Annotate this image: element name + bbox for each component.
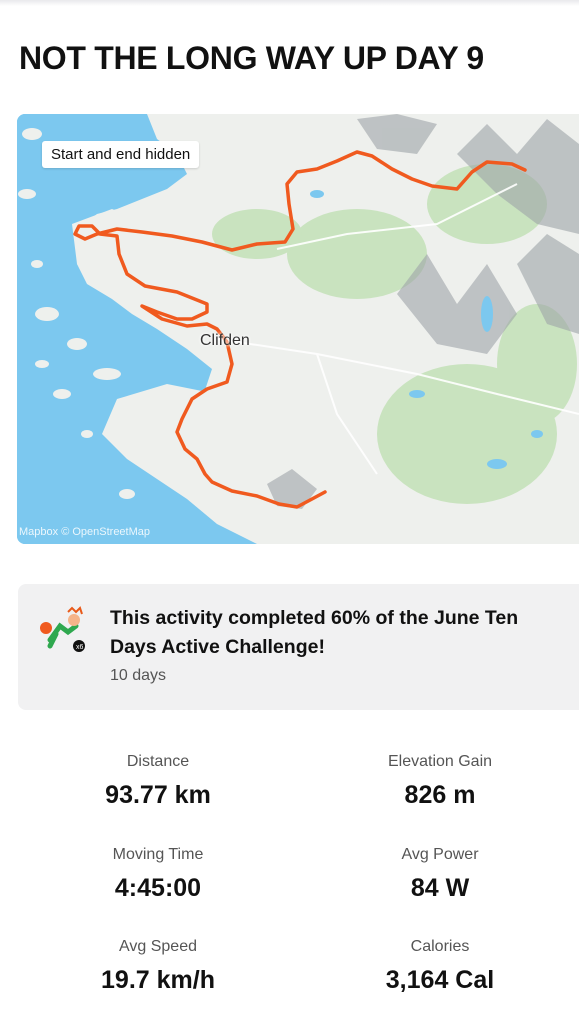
stat-distance: Distance 93.77 km <box>38 753 278 810</box>
stat-label: Elevation Gain <box>387 753 493 770</box>
stat-value: 84 W <box>410 874 470 902</box>
stat-value: 93.77 km <box>105 781 211 809</box>
stat-label: Distance <box>126 753 190 770</box>
stat-calories: Calories 3,164 Cal <box>320 938 560 995</box>
challenge-duration: 10 days <box>110 667 167 684</box>
stat-moving-time: Moving Time 4:45:00 <box>38 846 278 903</box>
start-end-hidden-badge: Start and end hidden <box>42 141 200 168</box>
stat-label: Calories <box>410 938 470 955</box>
challenge-text: This activity completed 60% of the June … <box>110 607 519 658</box>
activity-title: NOT THE LONG WAY UP DAY 9 <box>19 40 484 76</box>
stat-value: 4:45:00 <box>114 874 202 902</box>
top-divider <box>0 0 579 6</box>
challenge-card[interactable]: x6 This activity completed 60% of the Ju… <box>18 584 579 710</box>
map-attribution[interactable]: Mapbox © OpenStreetMap <box>19 526 150 538</box>
stat-label: Moving Time <box>112 846 204 863</box>
challenge-badge-icon: x6 <box>40 606 85 652</box>
stat-value: 19.7 km/h <box>101 966 215 994</box>
stat-elevation-gain: Elevation Gain 826 m <box>320 753 560 810</box>
stat-label: Avg Speed <box>119 938 197 955</box>
stat-value: 826 m <box>404 781 476 809</box>
place-label: Clifden <box>200 332 250 349</box>
svg-text:x6: x6 <box>76 644 84 651</box>
stat-label: Avg Power <box>401 846 479 863</box>
stat-value: 3,164 Cal <box>385 966 495 994</box>
stat-avg-speed: Avg Speed 19.7 km/h <box>38 938 278 995</box>
map-canvas <box>17 114 579 544</box>
route-map[interactable]: Start and end hidden Clifden Mapbox © Op… <box>17 114 579 544</box>
stat-avg-power: Avg Power 84 W <box>320 846 560 903</box>
